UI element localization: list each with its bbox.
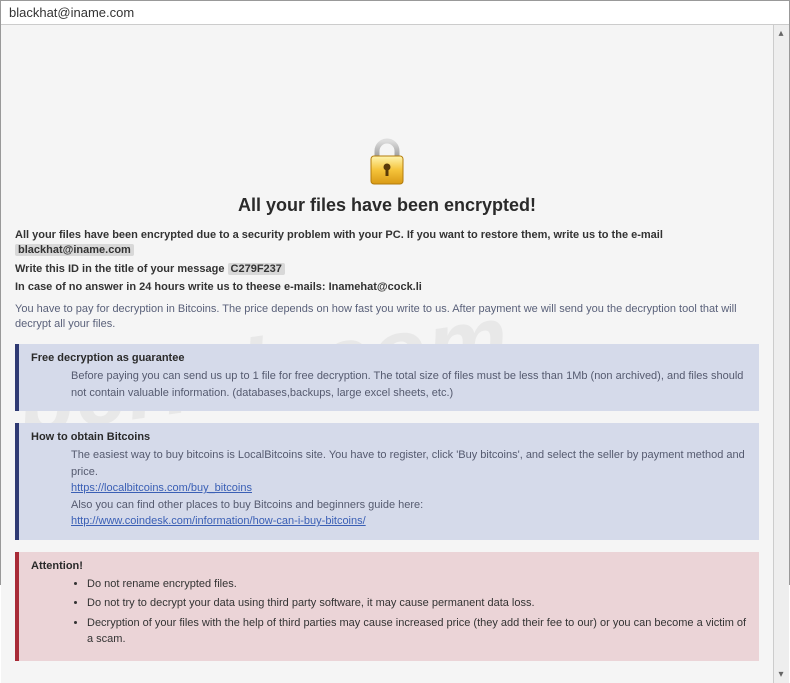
attention-item: Do not rename encrypted files. [87,576,747,593]
attention-item: Decryption of your files with the help o… [87,615,747,648]
scroll-down-icon[interactable]: ▾ [775,669,787,681]
attention-item: Do not try to decrypt your data using th… [87,595,747,612]
intro-line2: Write this ID in the title of your messa… [15,262,759,277]
intro-line1: All your files have been encrypted due t… [15,228,759,259]
obtain-box: How to obtain Bitcoins The easiest way t… [15,423,759,540]
intro-text: All your files have been encrypted due t… [15,228,759,296]
attention-box: Attention! Do not rename encrypted files… [15,552,759,661]
guarantee-box: Free decryption as guarantee Before payi… [15,344,759,411]
scroll-up-icon[interactable]: ▴ [775,27,787,39]
id-code: C279F237 [228,263,285,275]
attention-list: Do not rename encrypted files. Do not tr… [31,576,747,648]
obtain-line2: Also you can find other places to buy Bi… [71,497,747,514]
window: blackhat@iname.com pcrisk.com [0,0,790,585]
headline: All your files have been encrypted! [15,195,759,216]
obtain-link1[interactable]: https://localbitcoins.com/buy_bitcoins [71,482,252,494]
lock-section: All your files have been encrypted! [15,138,759,216]
content-area: pcrisk.com [1,25,789,683]
contact-email-2: Inamehat@cock.li [329,281,422,293]
main-content: pcrisk.com [1,25,773,683]
lock-icon [365,138,409,189]
obtain-link2[interactable]: http://www.coindesk.com/information/how-… [71,515,366,527]
contact-email-1: blackhat@iname.com [15,244,134,256]
vertical-scrollbar[interactable]: ▴ ▾ [773,25,789,683]
window-title: blackhat@iname.com [9,5,134,20]
payment-info: You have to pay for decryption in Bitcoi… [15,302,759,333]
window-titlebar: blackhat@iname.com [1,1,789,25]
obtain-line1: The easiest way to buy bitcoins is Local… [71,447,747,480]
attention-title: Attention! [31,560,747,572]
obtain-title: How to obtain Bitcoins [31,431,747,443]
intro-line3: In case of no answer in 24 hours write u… [15,280,759,295]
obtain-body: The easiest way to buy bitcoins is Local… [31,447,747,530]
guarantee-title: Free decryption as guarantee [31,352,747,364]
guarantee-body: Before paying you can send us up to 1 fi… [31,368,747,401]
